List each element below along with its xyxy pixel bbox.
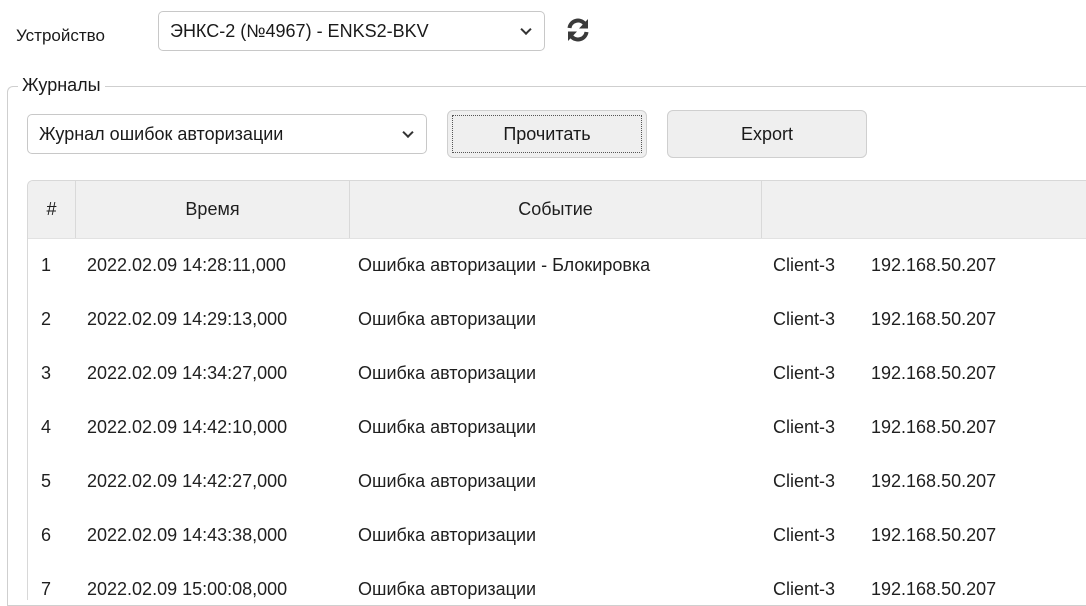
table-row[interactable]: 5 2022.02.09 14:42:27,000 Ошибка авториз…: [28, 454, 1086, 508]
export-button[interactable]: Export: [667, 110, 867, 158]
row-number: 7: [41, 578, 52, 599]
table-row[interactable]: 3 2022.02.09 14:34:27,000 Ошибка авториз…: [28, 346, 1086, 400]
column-header-event[interactable]: Событие: [350, 181, 762, 238]
row-client: Client-3: [773, 254, 836, 275]
row-event: Ошибка авторизации: [358, 470, 537, 491]
export-button-label: Export: [740, 123, 794, 144]
row-ip: 192.168.50.207: [871, 416, 997, 437]
chevron-down-icon: [520, 23, 532, 36]
logs-legend: Журналы: [18, 75, 105, 96]
log-table[interactable]: # Время Событие 1 2022.02.09 14:28:11,00…: [27, 180, 1086, 600]
table-row[interactable]: 1 2022.02.09 14:28:11,000 Ошибка авториз…: [28, 238, 1086, 292]
row-client: Client-3: [773, 416, 836, 437]
row-client: Client-3: [773, 524, 836, 545]
device-toolbar: Устройство ЭНКС-2 (№4967) - ENKS2-BKV: [0, 0, 1086, 80]
log-type-select[interactable]: Журнал ошибок авторизации: [27, 114, 427, 154]
row-time: 2022.02.09 14:29:13,000: [87, 308, 288, 329]
row-ip: 192.168.50.207: [871, 578, 997, 599]
row-time: 2022.02.09 14:28:11,000: [87, 254, 286, 275]
row-number: 5: [41, 470, 52, 491]
row-time: 2022.02.09 14:43:38,000: [87, 524, 288, 545]
column-header-number[interactable]: #: [28, 181, 76, 238]
row-number: 6: [41, 524, 52, 545]
row-number: 4: [41, 416, 52, 437]
row-ip: 192.168.50.207: [871, 254, 997, 275]
row-ip: 192.168.50.207: [871, 524, 997, 545]
row-number: 3: [41, 362, 52, 383]
row-event: Ошибка авторизации: [358, 416, 537, 437]
row-ip: 192.168.50.207: [871, 470, 997, 491]
device-select-value: ЭНКС-2 (№4967) - ENKS2-BKV: [170, 21, 429, 41]
column-header-time[interactable]: Время: [76, 181, 350, 238]
row-client: Client-3: [773, 308, 836, 329]
row-client: Client-3: [773, 578, 836, 599]
row-number: 2: [41, 308, 52, 329]
table-row[interactable]: 4 2022.02.09 14:42:10,000 Ошибка авториз…: [28, 400, 1086, 454]
log-type-select-value: Журнал ошибок авторизации: [39, 124, 284, 144]
table-row[interactable]: 7 2022.02.09 15:00:08,000 Ошибка авториз…: [28, 562, 1086, 600]
read-button[interactable]: Прочитать: [447, 110, 647, 158]
chevron-down-icon: [402, 126, 414, 139]
row-event: Ошибка авторизации: [358, 308, 537, 329]
row-number: 1: [41, 254, 52, 275]
table-row[interactable]: 2 2022.02.09 14:29:13,000 Ошибка авториз…: [28, 292, 1086, 346]
row-ip: 192.168.50.207: [871, 308, 997, 329]
read-button-label: Прочитать: [503, 123, 591, 144]
device-label: Устройство: [16, 26, 105, 45]
row-client: Client-3: [773, 470, 836, 491]
row-time: 2022.02.09 14:42:27,000: [87, 470, 288, 491]
table-row[interactable]: 6 2022.02.09 14:43:38,000 Ошибка авториз…: [28, 508, 1086, 562]
row-event: Ошибка авторизации: [358, 524, 537, 545]
device-select[interactable]: ЭНКС-2 (№4967) - ENKS2-BKV: [158, 11, 545, 51]
row-event: Ошибка авторизации: [358, 362, 537, 383]
row-client: Client-3: [773, 362, 836, 383]
column-header-details[interactable]: [762, 181, 1086, 238]
row-event: Ошибка авторизации: [358, 578, 537, 599]
row-event: Ошибка авторизации - Блокировка: [358, 254, 651, 275]
row-time: 2022.02.09 15:00:08,000: [87, 578, 288, 599]
row-time: 2022.02.09 14:42:10,000: [87, 416, 288, 437]
row-time: 2022.02.09 14:34:27,000: [87, 362, 288, 383]
table-header: # Время Событие: [28, 181, 1086, 239]
refresh-icon[interactable]: [565, 17, 591, 43]
row-ip: 192.168.50.207: [871, 362, 997, 383]
